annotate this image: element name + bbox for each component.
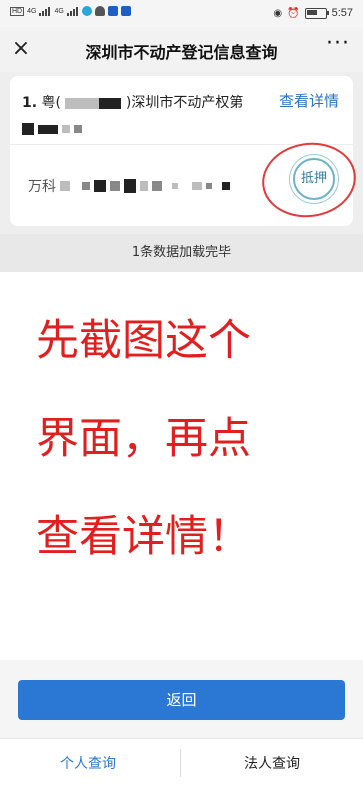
- instruction-line: 查看详情！: [36, 512, 251, 562]
- redaction: [38, 124, 58, 134]
- signal-icon-2: [66, 6, 79, 16]
- hd-label: HD: [10, 6, 25, 16]
- certificate-number: 1. 粤( )深圳市不动产权第: [22, 92, 243, 112]
- redaction: [62, 125, 70, 133]
- redaction: [74, 125, 82, 133]
- redaction: [124, 179, 136, 193]
- more-icon[interactable]: ···: [323, 33, 353, 60]
- app-notification-icon-2: [107, 6, 118, 16]
- status-bar: HD 4G 4G ◉ ⏰ 5:57: [0, 0, 363, 28]
- battery-icon: [304, 7, 329, 19]
- redaction: [99, 97, 122, 109]
- redaction: [222, 182, 230, 190]
- certificate-suffix: )深圳市不动产权第: [125, 95, 244, 111]
- owner-name: 万科: [28, 176, 230, 196]
- redaction: [94, 180, 106, 192]
- page-title: 深圳市不动产登记信息查询: [85, 43, 278, 62]
- instruction-text: 先截图这个 界面，再点 查看详情！: [36, 292, 336, 586]
- status-left: HD 4G 4G: [10, 6, 131, 16]
- tab-personal-query[interactable]: 个人查询: [60, 753, 116, 773]
- owner-prefix: 万科: [28, 179, 56, 195]
- redaction: [192, 182, 202, 190]
- redaction: [140, 181, 148, 191]
- view-details-link[interactable]: 查看详情: [279, 90, 339, 111]
- app-notification-icon-3: [120, 6, 131, 16]
- status-time: 5:57: [331, 7, 353, 19]
- certificate-number-continued: [22, 122, 82, 136]
- result-list: 1. 粤( )深圳市不动产权第 查看详情 万科 抵押: [0, 72, 363, 234]
- redaction: [152, 181, 162, 191]
- net-label-4g-1: 4G: [27, 7, 37, 15]
- signal-icon: [39, 6, 51, 16]
- redaction: [60, 181, 70, 191]
- redaction: [22, 123, 34, 135]
- net-label-4g-2: 4G: [54, 7, 64, 15]
- redaction: [110, 181, 120, 191]
- tab-legal-entity-query[interactable]: 法人查询: [244, 753, 300, 773]
- tab-separator: [180, 749, 181, 777]
- instruction-line: 界面，再点: [36, 414, 251, 464]
- load-status: 1条数据加载完毕: [0, 234, 363, 272]
- alarm-icon: ⏰: [287, 7, 300, 19]
- nav-bar: × 深圳市不动产登记信息查询 ···: [0, 28, 363, 72]
- redaction: [82, 182, 90, 190]
- redaction: [65, 97, 100, 109]
- redaction: [206, 183, 212, 189]
- back-button[interactable]: 返回: [18, 680, 345, 720]
- close-icon[interactable]: ×: [8, 36, 34, 62]
- certificate-prefix: 粤(: [41, 95, 61, 111]
- record-index: 1.: [22, 95, 38, 111]
- app-notification-icon: [81, 6, 92, 16]
- bell-notification-icon: [94, 6, 105, 16]
- status-right: ◉ ⏰ 5:57: [273, 7, 353, 19]
- instruction-line: 先截图这个: [36, 316, 251, 366]
- tab-bar: 个人查询 法人查询: [0, 738, 363, 787]
- redaction: [172, 183, 178, 189]
- eye-icon: ◉: [273, 7, 283, 19]
